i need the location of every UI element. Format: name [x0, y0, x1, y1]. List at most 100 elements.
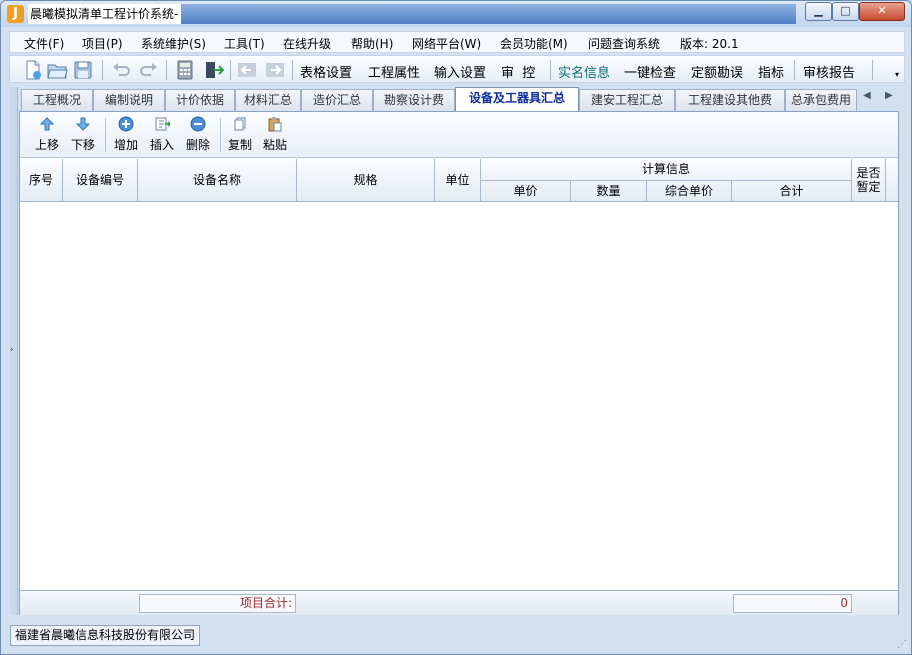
project-total-value: 0: [733, 594, 852, 613]
insert-icon: [155, 117, 170, 131]
col-header-name[interactable]: 设备名称: [138, 159, 297, 202]
back-arrow-icon[interactable]: [236, 59, 258, 81]
toolbar-separator: [550, 60, 551, 80]
new-file-icon[interactable]: [22, 59, 44, 81]
maximize-button[interactable]: □: [832, 2, 859, 21]
delete-button[interactable]: 删除: [181, 116, 215, 154]
version-label: 版本: 20.1: [680, 37, 739, 51]
audit-report-button[interactable]: 审核报告: [803, 62, 855, 81]
tab-survey-design-fee[interactable]: 勘察设计费: [373, 89, 455, 111]
save-disk-icon[interactable]: [72, 59, 94, 81]
tab-compilation-notes[interactable]: 编制说明: [93, 89, 165, 111]
paste-icon: [268, 117, 282, 132]
redo-icon[interactable]: [138, 59, 160, 81]
menu-online-upgrade[interactable]: 在线升级: [283, 35, 331, 52]
app-logo-icon: J: [7, 5, 24, 23]
menu-help[interactable]: 帮助(H): [351, 35, 393, 52]
add-label: 增加: [113, 138, 138, 152]
table-footer: 项目合计: 0: [20, 590, 898, 615]
copy-button[interactable]: 复制: [223, 116, 257, 154]
add-button[interactable]: 增加: [109, 116, 143, 154]
undo-icon[interactable]: [110, 59, 132, 81]
tab-pricing-basis[interactable]: 计价依据: [165, 89, 235, 111]
menu-membership[interactable]: 会员功能(M): [500, 35, 568, 52]
menu-system-maintenance[interactable]: 系统维护(S): [141, 35, 206, 52]
table-settings-button[interactable]: 表格设置: [300, 62, 352, 81]
toolbar-separator: [166, 60, 167, 80]
move-up-label: 上移: [34, 138, 59, 152]
menu-issue-query[interactable]: 问题查询系统: [588, 35, 660, 52]
table-body[interactable]: [20, 203, 898, 590]
real-name-info-button[interactable]: 实名信息: [558, 62, 610, 81]
side-panel-collapse-handle[interactable]: ›: [10, 87, 18, 615]
col-header-quantity[interactable]: 数量: [571, 180, 647, 202]
delete-icon: [190, 116, 206, 132]
copy-icon: [234, 117, 246, 131]
open-folder-icon[interactable]: [46, 59, 68, 81]
audit-control-button[interactable]: 审 控: [501, 62, 535, 81]
resize-grip-icon[interactable]: ⋰: [897, 639, 907, 650]
tab-cost-summary[interactable]: 造价汇总: [301, 89, 373, 111]
window-title: 晨曦模拟清单工程计价系统-: [28, 4, 181, 24]
move-down-label: 下移: [70, 138, 95, 152]
tab-scroll-left-icon[interactable]: ◀: [863, 90, 871, 101]
toolbar-separator: [794, 60, 795, 80]
title-bar[interactable]: J 晨曦模拟清单工程计价系统- ▁ □ ✕: [1, 1, 911, 27]
menu-tools[interactable]: 工具(T): [224, 35, 265, 52]
menu-network-platform[interactable]: 网络平台(W): [412, 35, 481, 52]
paste-button[interactable]: 粘贴: [258, 116, 292, 154]
toolbar-separator: [292, 60, 293, 80]
add-icon: [118, 116, 134, 132]
input-settings-button[interactable]: 输入设置: [434, 62, 486, 81]
col-header-total[interactable]: 合计: [732, 180, 852, 202]
paste-label: 粘贴: [262, 138, 287, 152]
tab-material-summary[interactable]: 材料汇总: [235, 89, 301, 111]
tab-equipment-tools-summary[interactable]: 设备及工器具汇总: [455, 87, 579, 111]
one-click-check-button[interactable]: 一键检查: [624, 62, 676, 81]
col-header-index[interactable]: 序号: [20, 159, 63, 202]
col-header-spec[interactable]: 规格: [297, 159, 435, 202]
application-window: J 晨曦模拟清单工程计价系统- ▁ □ ✕ 文件(F) 项目(P) 系统维护(S…: [0, 0, 912, 655]
main-toolbar: 表格设置 工程属性 输入设置 审 控 实名信息 一键检查 定额勘误 指标 审核报…: [9, 55, 905, 83]
tab-construction-summary[interactable]: 建安工程汇总: [579, 89, 675, 111]
project-properties-button[interactable]: 工程属性: [368, 62, 420, 81]
row-toolbar: 上移 下移 增加 插入 删除 复制 粘贴: [20, 112, 898, 158]
toolbar-separator: [102, 60, 103, 80]
move-up-button[interactable]: 上移: [30, 116, 64, 154]
menu-file[interactable]: 文件(F): [24, 35, 64, 52]
col-group-calc-info: 计算信息: [481, 159, 852, 180]
content-panel: 上移 下移 增加 插入 删除 复制 粘贴 序号 设备编号 设备名称 规格 单位 …: [19, 111, 899, 615]
move-down-button[interactable]: 下移: [66, 116, 100, 154]
close-button[interactable]: ✕: [859, 2, 905, 21]
col-header-unit-price[interactable]: 单价: [481, 180, 571, 202]
insert-button[interactable]: 插入: [145, 116, 179, 154]
toolbar-separator: [230, 60, 231, 80]
indicator-button[interactable]: 指标: [758, 62, 784, 81]
calculator-icon[interactable]: [174, 59, 196, 81]
table-header: 序号 设备编号 设备名称 规格 单位 计算信息 单价 数量 综合单价 合计 是否…: [20, 159, 898, 202]
exit-door-icon[interactable]: [202, 59, 224, 81]
col-header-unit[interactable]: 单位: [435, 159, 481, 202]
toolbar-separator: [105, 118, 106, 152]
tab-strip: 工程概况 编制说明 计价依据 材料汇总 造价汇总 勘察设计费 设备及工器具汇总 …: [13, 87, 899, 111]
menu-bar: 文件(F) 项目(P) 系统维护(S) 工具(T) 在线升级 帮助(H) 网络平…: [9, 31, 905, 53]
forward-arrow-icon[interactable]: [264, 59, 286, 81]
insert-label: 插入: [149, 138, 174, 152]
delete-label: 删除: [185, 138, 210, 152]
tab-other-construction-fees[interactable]: 工程建设其他费: [675, 89, 785, 111]
move-down-icon: [75, 117, 91, 131]
col-header-code[interactable]: 设备编号: [63, 159, 138, 202]
company-name: 福建省晨曦信息科技股份有限公司: [10, 625, 201, 646]
quota-errata-button[interactable]: 定额勘误: [691, 62, 743, 81]
col-header-provisional[interactable]: 是否 暂定: [852, 159, 886, 202]
tab-scroll-right-icon[interactable]: ▶: [885, 90, 893, 101]
menu-project[interactable]: 项目(P): [82, 35, 123, 52]
minimize-button[interactable]: ▁: [805, 2, 832, 21]
tab-general-contract-fee[interactable]: 总承包费用: [785, 89, 857, 111]
toolbar-overflow-chevron-icon[interactable]: ▾: [895, 70, 899, 79]
title-bar-highlight: [181, 4, 796, 24]
expand-arrow-icon: ›: [10, 345, 14, 355]
tab-project-overview[interactable]: 工程概况: [21, 89, 93, 111]
col-header-comp-price[interactable]: 综合单价: [647, 180, 732, 202]
status-bar: 福建省晨曦信息科技股份有限公司 ⋰: [1, 621, 911, 654]
